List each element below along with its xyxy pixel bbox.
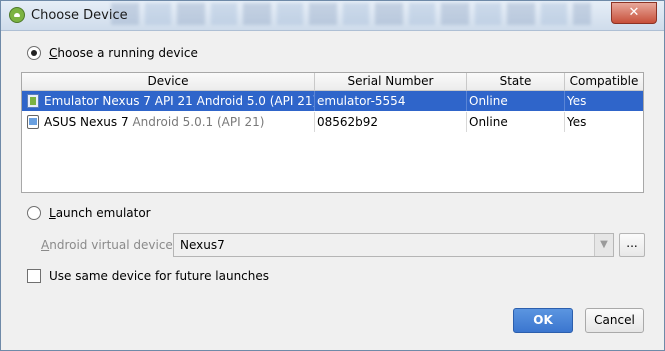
running-device-radio[interactable] bbox=[27, 46, 41, 60]
device-name: ASUS Nexus 7 bbox=[44, 115, 129, 129]
choose-device-dialog: Choose Device ✕ Choose a running device … bbox=[0, 0, 665, 351]
phone-icon bbox=[27, 115, 39, 129]
launch-emulator-mnemonic: L bbox=[49, 206, 56, 220]
column-header-serial[interactable]: Serial Number bbox=[315, 73, 467, 90]
avd-label: Android virtual device: bbox=[41, 238, 177, 252]
launch-emulator-label[interactable]: Launch emulator bbox=[49, 206, 151, 220]
serial-cell: 08562b92 bbox=[315, 112, 467, 132]
ok-button[interactable]: OK bbox=[513, 308, 573, 333]
android-studio-icon bbox=[9, 7, 25, 23]
column-header-compatible[interactable]: Compatible bbox=[565, 73, 643, 90]
launch-emulator-label-text: aunch emulator bbox=[55, 206, 151, 220]
chevron-down-icon[interactable]: ▼ bbox=[594, 234, 613, 256]
avd-label-text: ndroid virtual device: bbox=[49, 238, 177, 252]
column-header-state[interactable]: State bbox=[467, 73, 565, 90]
table-header: Device Serial Number State Compatible bbox=[22, 73, 643, 91]
device-name: Emulator Nexus 7 API 21 Android 5.0 (API… bbox=[44, 94, 315, 108]
cancel-button[interactable]: Cancel bbox=[585, 308, 644, 333]
dialog-title: Choose Device bbox=[31, 8, 128, 23]
column-header-device[interactable]: Device bbox=[22, 73, 315, 90]
background-blur bbox=[111, 3, 591, 25]
device-cell: ASUS Nexus 7 Android 5.0.1 (API 21) bbox=[22, 112, 315, 132]
serial-cell: emulator-5554 bbox=[315, 91, 467, 111]
state-cell: Online bbox=[467, 91, 565, 111]
running-device-label[interactable]: Choose a running device bbox=[49, 46, 198, 60]
table-row[interactable]: ASUS Nexus 7 Android 5.0.1 (API 21) 0856… bbox=[22, 112, 643, 132]
close-button[interactable]: ✕ bbox=[611, 2, 657, 24]
launch-emulator-radio[interactable] bbox=[27, 206, 41, 220]
running-device-label-text: hoose a running device bbox=[57, 46, 198, 60]
title-bar[interactable]: Choose Device ✕ bbox=[1, 1, 664, 31]
device-cell: Emulator Nexus 7 API 21 Android 5.0 (API… bbox=[22, 91, 315, 111]
device-name-wrap: ASUS Nexus 7 Android 5.0.1 (API 21) bbox=[44, 112, 264, 132]
compatible-cell: Yes bbox=[567, 115, 587, 129]
same-device-label[interactable]: Use same device for future launches bbox=[49, 269, 269, 283]
avd-select-value: Nexus7 bbox=[180, 238, 225, 252]
avd-select[interactable]: Nexus7 ▼ bbox=[173, 233, 614, 257]
browse-avd-button[interactable]: ... bbox=[619, 233, 645, 257]
emulator-icon bbox=[27, 94, 39, 108]
device-android-version: Android 5.0.1 (API 21) bbox=[132, 115, 265, 129]
compatible-cell: Yes bbox=[567, 94, 587, 108]
table-row[interactable]: Emulator Nexus 7 API 21 Android 5.0 (API… bbox=[22, 91, 643, 111]
state-cell: Online bbox=[467, 112, 565, 132]
device-table[interactable]: Device Serial Number State Compatible Em… bbox=[21, 72, 644, 193]
same-device-checkbox[interactable] bbox=[27, 269, 41, 283]
avd-mnemonic: A bbox=[41, 238, 50, 252]
